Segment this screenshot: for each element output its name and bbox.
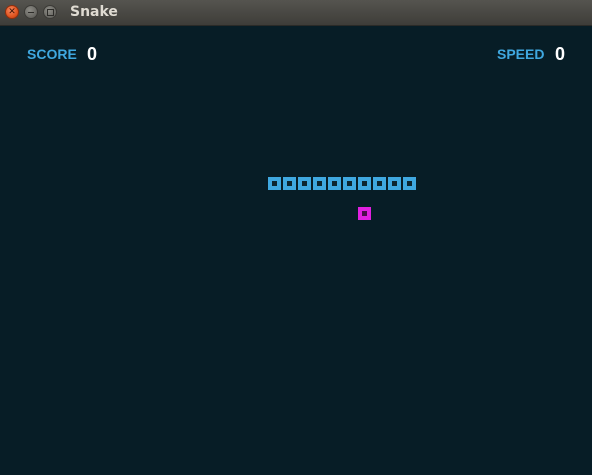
snake-segment bbox=[373, 177, 386, 190]
game-board[interactable] bbox=[0, 26, 592, 475]
food-pellet bbox=[358, 207, 371, 220]
snake-segment bbox=[388, 177, 401, 190]
snake-segment bbox=[343, 177, 356, 190]
maximize-icon[interactable] bbox=[43, 5, 57, 19]
snake-segment bbox=[403, 177, 416, 190]
snake-segment bbox=[358, 177, 371, 190]
title-bar: ✕ Snake bbox=[0, 0, 592, 26]
window-title: Snake bbox=[70, 4, 118, 20]
snake-segment bbox=[298, 177, 311, 190]
snake-segment bbox=[268, 177, 281, 190]
minimize-icon[interactable] bbox=[24, 5, 38, 19]
snake-segment bbox=[283, 177, 296, 190]
snake-window: ✕ Snake SCORE 0 SPEED 0 bbox=[0, 0, 592, 475]
snake-segment bbox=[328, 177, 341, 190]
close-icon[interactable]: ✕ bbox=[5, 5, 19, 19]
snake-segment bbox=[313, 177, 326, 190]
